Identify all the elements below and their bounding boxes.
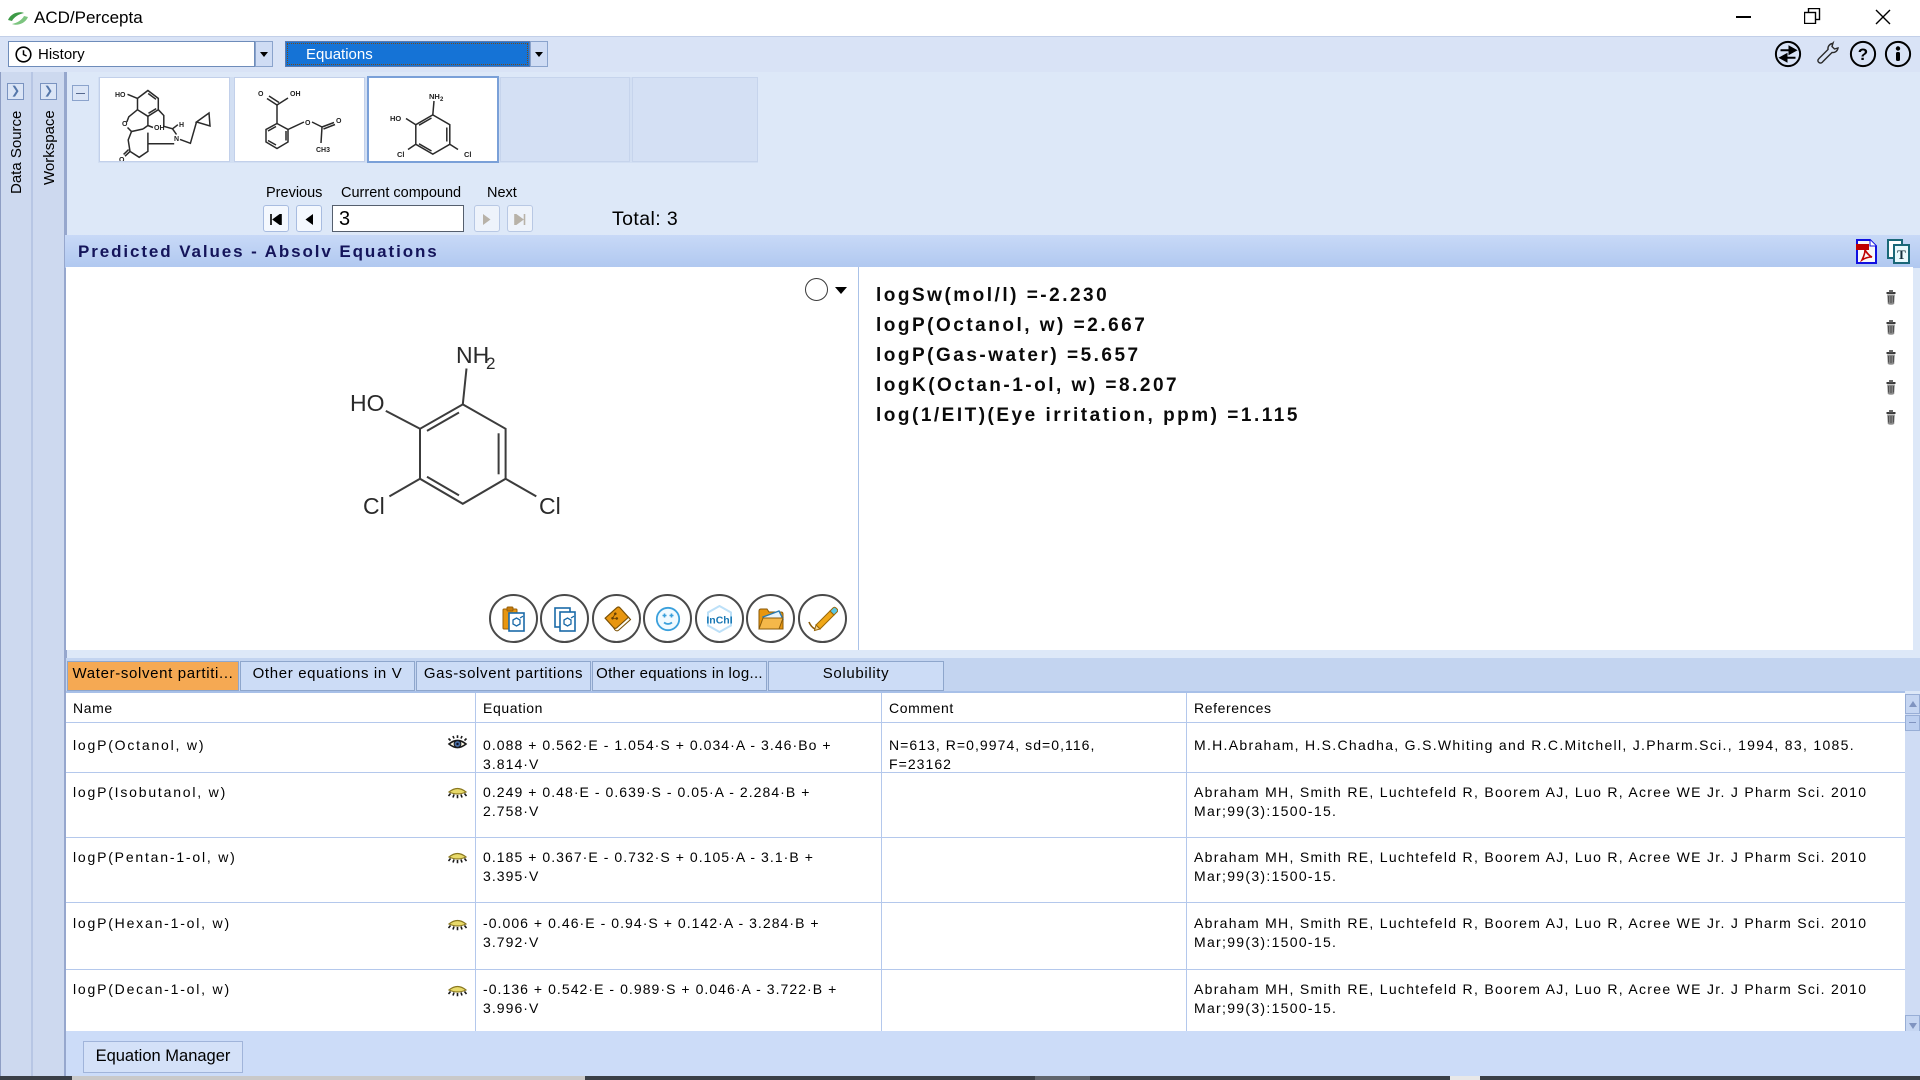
svg-text:?: ? bbox=[1858, 45, 1868, 64]
svg-text:OH: OH bbox=[290, 91, 301, 98]
svg-text:Cl: Cl bbox=[539, 493, 561, 519]
svg-text:HO: HO bbox=[350, 390, 385, 416]
svg-text:O: O bbox=[119, 157, 125, 161]
svg-text:O: O bbox=[336, 118, 342, 125]
svg-text:NH: NH bbox=[429, 92, 440, 101]
svg-text:2: 2 bbox=[486, 354, 495, 373]
svg-text:O: O bbox=[305, 120, 311, 127]
svg-text:T: T bbox=[1897, 247, 1906, 262]
svg-text:HO: HO bbox=[115, 92, 126, 99]
svg-text:NH: NH bbox=[456, 342, 489, 368]
svg-text:Cl: Cl bbox=[397, 150, 405, 159]
svg-text:H: H bbox=[179, 122, 184, 129]
svg-text:Cl: Cl bbox=[464, 150, 472, 159]
svg-text:O: O bbox=[258, 91, 264, 98]
svg-text:2: 2 bbox=[440, 97, 444, 103]
svg-text:CH3: CH3 bbox=[316, 147, 330, 154]
svg-text:N: N bbox=[174, 136, 179, 143]
svg-text:InChI: InChI bbox=[706, 615, 732, 627]
svg-text:O: O bbox=[122, 121, 128, 128]
svg-text:HO: HO bbox=[390, 114, 401, 123]
svg-text:OH: OH bbox=[154, 125, 165, 132]
svg-text:Cl: Cl bbox=[363, 493, 385, 519]
